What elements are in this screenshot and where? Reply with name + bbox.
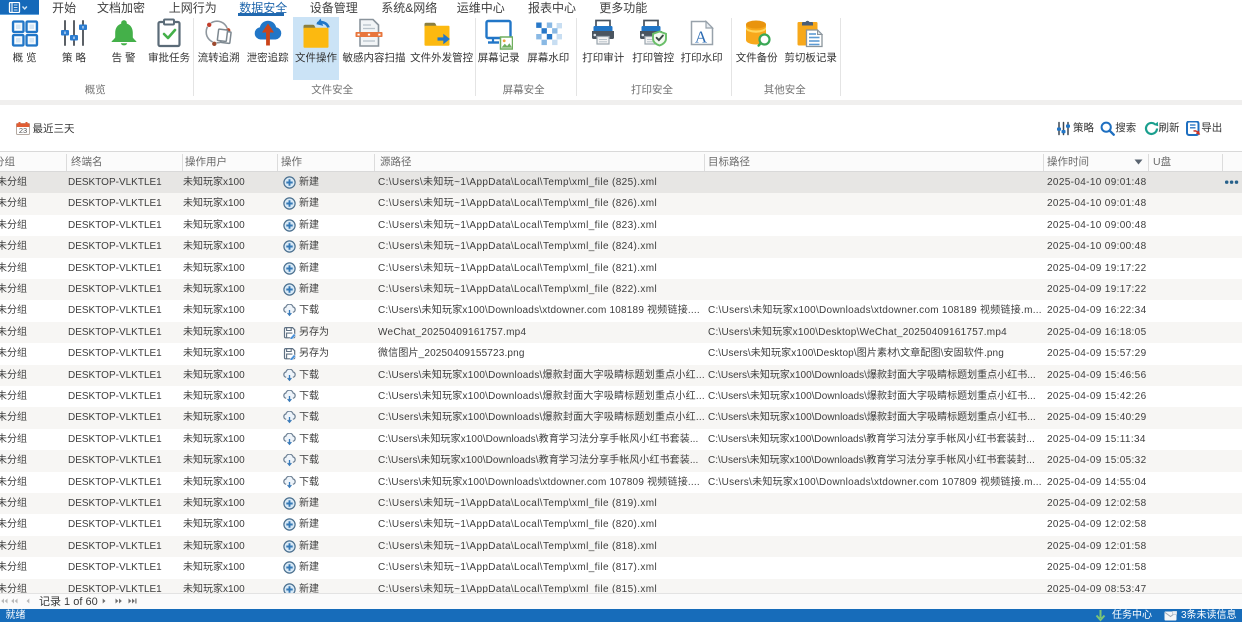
svg-text:A: A — [694, 28, 707, 47]
svg-text:23: 23 — [19, 126, 27, 135]
